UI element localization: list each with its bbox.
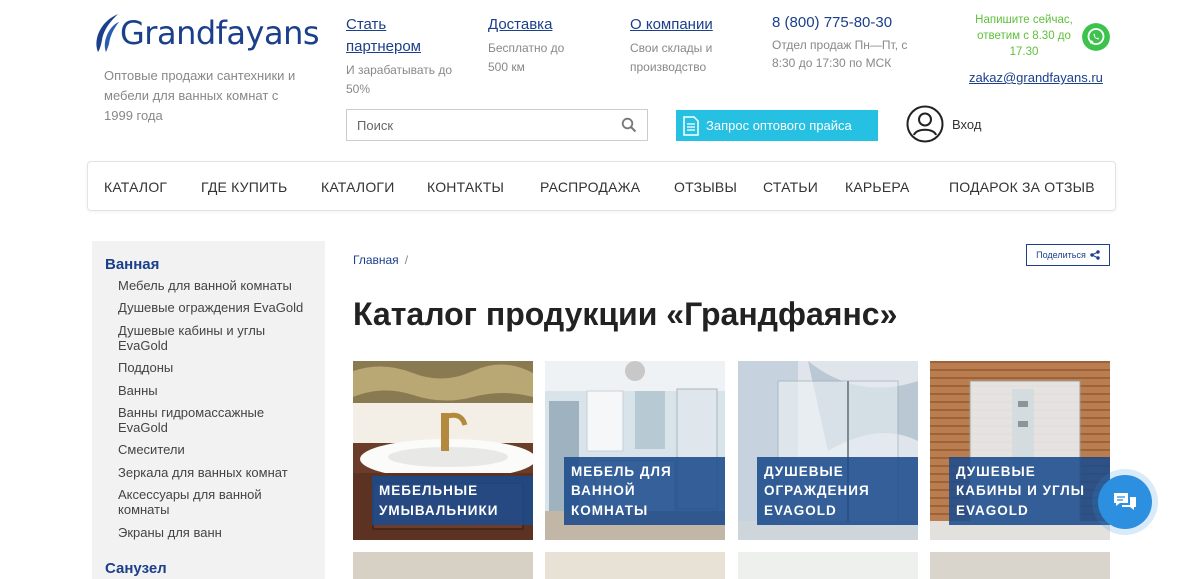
logo[interactable]: Grandfayans xyxy=(92,12,320,54)
sidebar-item[interactable]: Аксессуары для ванной комнаты xyxy=(118,487,288,517)
breadcrumb: Главная / xyxy=(353,253,408,267)
search-icon[interactable] xyxy=(621,117,637,133)
category-card-row2-1[interactable] xyxy=(353,552,533,579)
delivery-block: Доставка Бесплатно до 500 км xyxy=(488,14,578,77)
nav-reviews[interactable]: ОТЗЫВЫ xyxy=(674,179,737,195)
search-box xyxy=(346,109,648,141)
category-card-bathroom-furniture[interactable]: Мебель для ванной комнаты xyxy=(545,361,725,540)
breadcrumb-home[interactable]: Главная xyxy=(353,253,399,267)
tagline: Оптовые продажи сантехники и мебели для … xyxy=(104,68,296,123)
category-card-shower-cabins[interactable]: Душевые кабины и углы EvaGold xyxy=(930,361,1110,540)
sidebar-item[interactable]: Ванны гидромассажные EvaGold xyxy=(118,405,288,435)
login-button[interactable]: Вход xyxy=(906,105,981,143)
price-request-label: Запрос оптового прайса xyxy=(706,118,852,133)
search-input[interactable] xyxy=(357,117,621,133)
nav-where-to-buy[interactable]: ГДЕ КУПИТЬ xyxy=(201,179,287,195)
category-card-shower-enclosures[interactable]: Душевые ограждения EvaGold xyxy=(738,361,918,540)
chat-icon xyxy=(1114,493,1136,510)
chat-widget-button[interactable] xyxy=(1098,475,1152,529)
nav-catalogs[interactable]: КАТАЛОГИ xyxy=(321,179,394,195)
nav-gift-for-review[interactable]: ПОДАРОК ЗА ОТЗЫВ xyxy=(949,179,1095,195)
whatsapp-icon[interactable] xyxy=(1082,23,1110,51)
card-label: Мебельные умывальники xyxy=(372,476,533,525)
partner-link[interactable]: Стать партнером xyxy=(346,14,456,58)
phone-number[interactable]: 8 (800) 775-80-30 xyxy=(772,14,932,32)
phone-block: 8 (800) 775-80-30 Отдел продаж Пн—Пт, с … xyxy=(772,14,932,72)
price-request-button[interactable]: Запрос оптового прайса xyxy=(676,110,878,141)
sidebar-item[interactable]: Зеркала для ванных комнат xyxy=(118,465,318,480)
share-icon xyxy=(1090,250,1100,260)
nav-career[interactable]: КАРЬЕРА xyxy=(845,179,910,195)
card-label: Душевые кабины и углы EvaGold xyxy=(949,456,1110,525)
nav-catalog[interactable]: КАТАЛОГ xyxy=(104,179,167,195)
nav-sale[interactable]: РАСПРОДАЖА xyxy=(540,179,640,195)
whatsapp-text: Напишите сейчас, ответим с 8.30 до 17.30 xyxy=(975,14,1073,58)
about-block: О компании Свои склады и производство xyxy=(630,14,730,77)
sidebar-item[interactable]: Ванны xyxy=(118,383,318,398)
sidebar: Ванная Мебель для ванной комнаты Душевые… xyxy=(92,241,325,579)
share-label: Поделиться xyxy=(1036,250,1086,260)
share-button[interactable]: Поделиться xyxy=(1026,244,1110,266)
sidebar-item[interactable]: Поддоны xyxy=(118,360,318,375)
email-link[interactable]: zakaz@grandfayans.ru xyxy=(969,70,1103,85)
page-title: Каталог продукции «Грандфаянс» xyxy=(353,296,898,332)
document-icon xyxy=(683,115,699,136)
logo-wave-icon xyxy=(96,14,119,52)
about-sub: Свои склады и производство xyxy=(630,41,713,74)
sidebar-item[interactable]: Смесители xyxy=(118,442,318,457)
category-card-row2-4[interactable] xyxy=(930,552,1110,579)
category-card-row2-2[interactable] xyxy=(545,552,725,579)
delivery-sub: Бесплатно до 500 км xyxy=(488,41,565,74)
sales-hours: Отдел продаж Пн—Пт, с 8:30 до 17:30 по М… xyxy=(772,38,908,70)
partner-sub: И зарабатывать до 50% xyxy=(346,63,453,96)
sidebar-item[interactable]: Экраны для ванн xyxy=(118,525,318,540)
sidebar-category-bathroom[interactable]: Ванная xyxy=(105,256,159,273)
delivery-link[interactable]: Доставка xyxy=(488,14,578,36)
card-label: Мебель для ванной комнаты xyxy=(564,456,725,525)
main-nav: КАТАЛОГ ГДЕ КУПИТЬ КАТАЛОГИ КОНТАКТЫ РАС… xyxy=(87,161,1116,211)
logo-text: Grandfayans xyxy=(120,14,320,52)
sidebar-category-toilet[interactable]: Санузел xyxy=(105,560,167,577)
breadcrumb-separator: / xyxy=(404,253,409,267)
about-link[interactable]: О компании xyxy=(630,14,730,36)
sidebar-item[interactable]: Душевые кабины и углы EvaGold xyxy=(118,323,288,353)
category-card-row2-3[interactable] xyxy=(738,552,918,579)
partner-block: Стать партнером И зарабатывать до 50% xyxy=(346,14,456,99)
login-label: Вход xyxy=(952,116,982,132)
sidebar-item[interactable]: Душевые ограждения EvaGold xyxy=(118,300,318,315)
nav-articles[interactable]: СТАТЬИ xyxy=(763,179,818,195)
user-icon xyxy=(906,105,944,143)
sidebar-item[interactable]: Мебель для ванной комнаты xyxy=(118,278,318,293)
category-card-washbasins[interactable]: Мебельные умывальники xyxy=(353,361,533,540)
sidebar-list: Мебель для ванной комнаты Душевые огражд… xyxy=(118,278,318,547)
nav-contacts[interactable]: КОНТАКТЫ xyxy=(427,179,504,195)
card-label: Душевые ограждения EvaGold xyxy=(757,456,918,525)
